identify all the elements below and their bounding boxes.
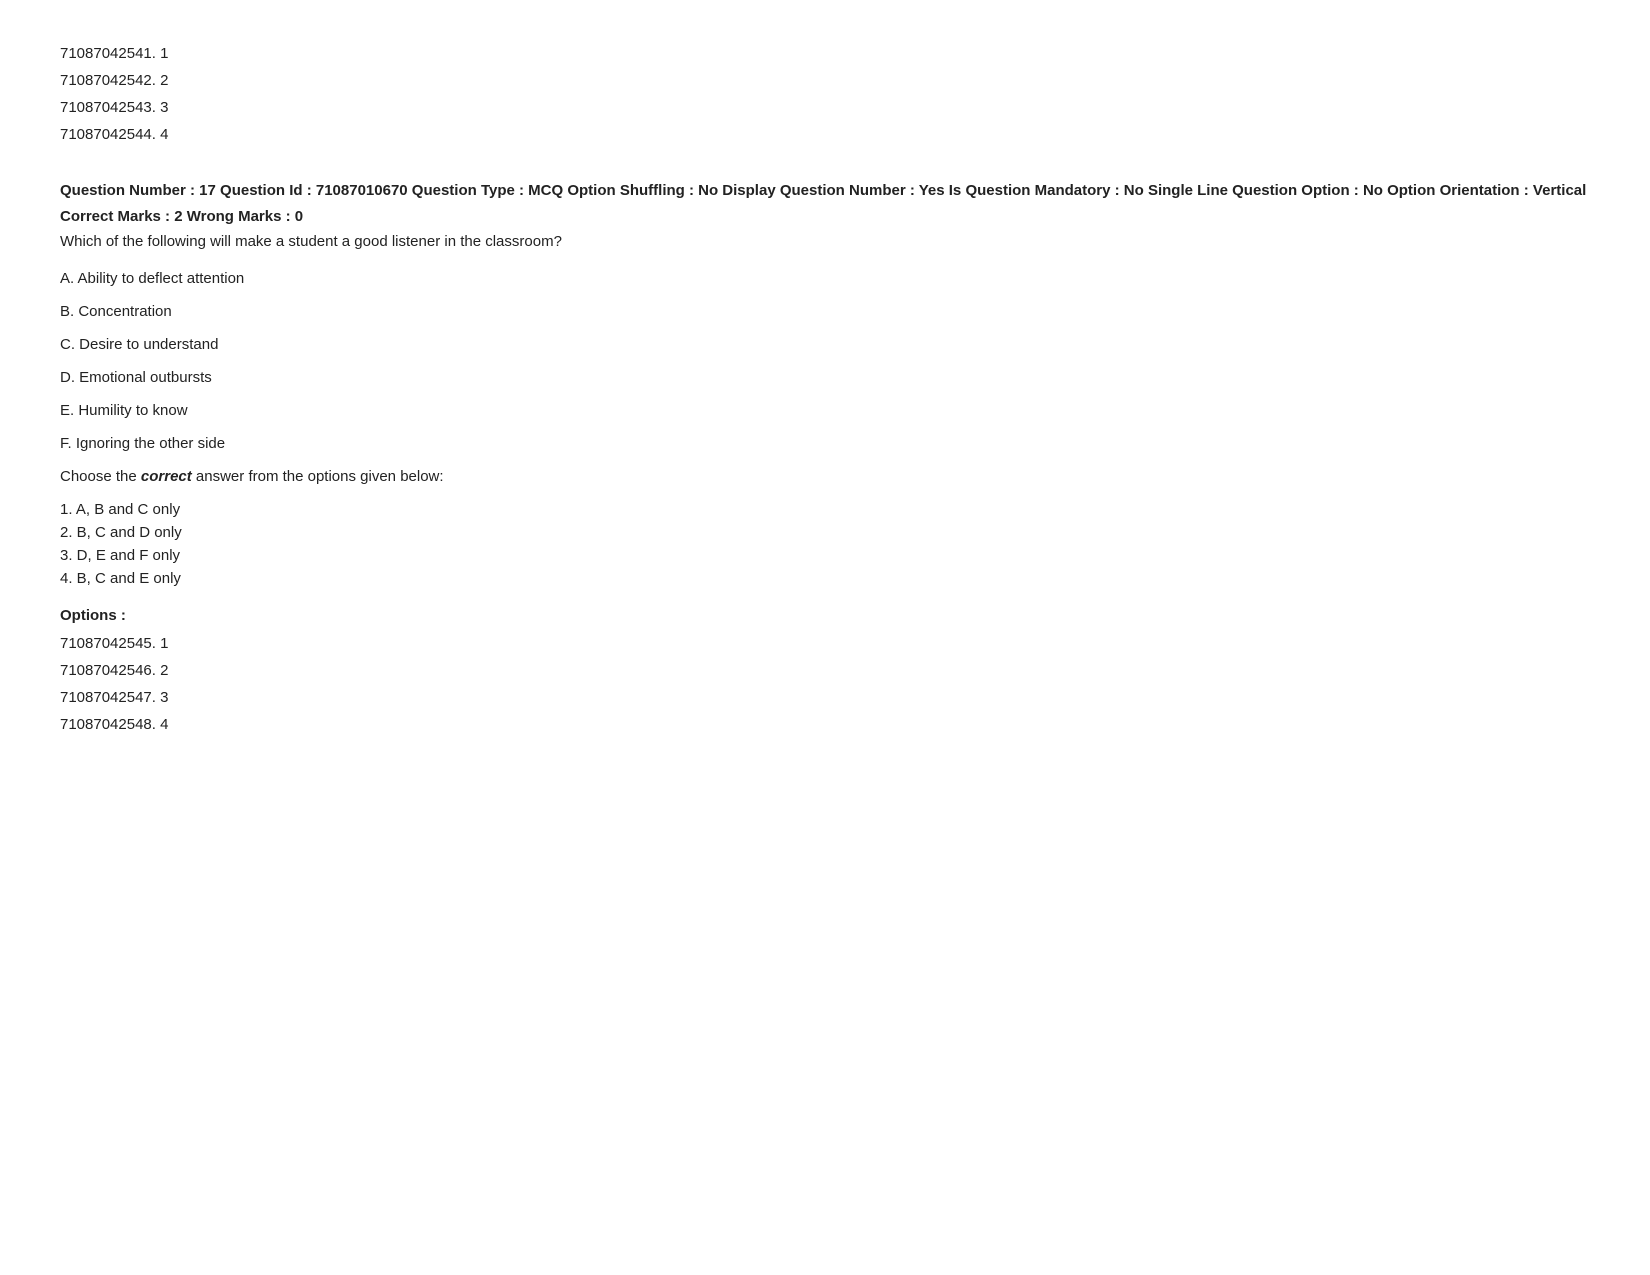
statement-option-item: E. Humility to know xyxy=(60,402,1590,419)
question-text: Which of the following will make a stude… xyxy=(60,233,1590,250)
top-option-item: 71087042542. 2 xyxy=(60,67,1590,94)
bottom-option-item: 71087042548. 4 xyxy=(60,711,1590,738)
statement-option-item: B. Concentration xyxy=(60,303,1590,320)
answer-option-item: 4. B, C and E only xyxy=(60,570,1590,587)
bottom-option-item: 71087042546. 2 xyxy=(60,657,1590,684)
statement-option-item: C. Desire to understand xyxy=(60,336,1590,353)
statement-options: A. Ability to deflect attention B. Concen… xyxy=(60,270,1590,452)
statement-option-item: A. Ability to deflect attention xyxy=(60,270,1590,287)
answer-option-item: 2. B, C and D only xyxy=(60,524,1590,541)
bottom-options-list: 71087042545. 171087042546. 271087042547.… xyxy=(60,630,1590,738)
answer-options: 1. A, B and C only 2. B, C and D only 3. D… xyxy=(60,501,1590,587)
marks-line: Correct Marks : 2 Wrong Marks : 0 xyxy=(60,208,1590,225)
choose-text: Choose the correct answer from the optio… xyxy=(60,468,1590,485)
options-label: Options : xyxy=(60,607,1590,624)
top-options-list: 71087042541. 171087042542. 271087042543.… xyxy=(60,40,1590,148)
top-option-item: 71087042544. 4 xyxy=(60,121,1590,148)
statement-option-item: F. Ignoring the other side xyxy=(60,435,1590,452)
answer-option-item: 1. A, B and C only xyxy=(60,501,1590,518)
top-option-item: 71087042541. 1 xyxy=(60,40,1590,67)
bottom-option-item: 71087042545. 1 xyxy=(60,630,1590,657)
statement-option-item: D. Emotional outbursts xyxy=(60,369,1590,386)
bottom-option-item: 71087042547. 3 xyxy=(60,684,1590,711)
top-option-item: 71087042543. 3 xyxy=(60,94,1590,121)
question-meta: Question Number : 17 Question Id : 71087… xyxy=(60,178,1590,204)
answer-option-item: 3. D, E and F only xyxy=(60,547,1590,564)
